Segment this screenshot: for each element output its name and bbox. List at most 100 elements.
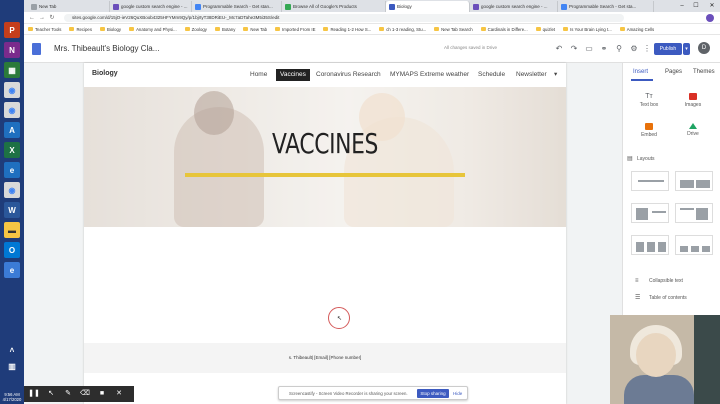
reload-icon[interactable]: ↻: [48, 14, 56, 22]
tab-insert[interactable]: Insert: [633, 69, 648, 75]
azure-icon[interactable]: A: [4, 122, 20, 138]
nav-newsletter[interactable]: Newsletter: [512, 69, 551, 81]
forward-icon[interactable]: →: [38, 14, 46, 22]
nav-home[interactable]: Home: [246, 69, 271, 81]
bookmark-item[interactable]: Botany: [214, 27, 235, 32]
insert-collapsible-text[interactable]: Collapsible text: [649, 278, 683, 284]
nav-vaccines[interactable]: Vaccines: [276, 69, 310, 81]
browser-tab-2[interactable]: Programmable Search - Get stan...: [192, 1, 282, 12]
browser-tab-6[interactable]: Programmable Search - Get sta...: [558, 1, 654, 12]
word-icon[interactable]: W: [4, 202, 20, 218]
hero-banner[interactable]: VACCINES: [84, 87, 566, 227]
bookmark-item[interactable]: Recipes: [69, 27, 92, 32]
layout-option-2[interactable]: [675, 171, 713, 191]
undo-icon[interactable]: ↶: [554, 44, 564, 54]
pause-icon[interactable]: ❚❚: [27, 388, 41, 400]
close-icon[interactable]: ✕: [706, 0, 718, 12]
chrome-icon[interactable]: ◉: [4, 82, 20, 98]
insert-embed[interactable]: Embed: [629, 123, 669, 138]
browser-tab-3[interactable]: Browse All of Google's Products: [282, 1, 386, 12]
nav-coronavirus-research[interactable]: Coronavirus Research: [312, 69, 385, 81]
bookmark-item[interactable]: quizlet: [535, 27, 555, 32]
user-avatar[interactable]: D: [698, 42, 710, 54]
hide-banner-link[interactable]: Hide: [453, 391, 462, 396]
bookmark-label: Anatomy and Physi...: [136, 26, 177, 32]
maximize-icon[interactable]: ☐: [690, 0, 702, 12]
layout-option-3[interactable]: [631, 203, 669, 223]
insert-images[interactable]: Images: [673, 93, 713, 108]
bookmark-item[interactable]: New Tab: [243, 27, 267, 32]
bookmark-item[interactable]: Zoology: [184, 27, 207, 32]
browser-tab-0[interactable]: New Tab: [28, 1, 110, 12]
bookmark-item[interactable]: Is Your Brain Lying t...: [563, 27, 612, 32]
nav-schedule[interactable]: Schedule: [474, 69, 509, 81]
file-explorer-icon[interactable]: ▬: [4, 222, 20, 238]
insert-drive[interactable]: Drive: [673, 123, 713, 137]
camera-icon[interactable]: ■: [95, 388, 109, 400]
excel-icon[interactable]: X: [4, 142, 20, 158]
bookmark-item[interactable]: Reading 1-2 How S...: [323, 27, 371, 32]
more-icon[interactable]: ⋮: [642, 44, 652, 54]
edge-blue-icon[interactable]: e: [4, 262, 20, 278]
layout-option-1[interactable]: [631, 171, 669, 191]
browser-tab-4[interactable]: Biology: [386, 1, 470, 12]
browser-tab-5[interactable]: google custom search engine - ...: [470, 1, 558, 12]
layouts-heading[interactable]: Layouts: [637, 156, 655, 162]
link-icon[interactable]: ⚭: [599, 44, 609, 54]
chrome-profile-icon[interactable]: ◉: [4, 102, 20, 118]
insert-table-of-contents[interactable]: Table of contents: [649, 295, 687, 301]
insert-text-box[interactable]: Tт Text box: [629, 93, 669, 108]
layout-option-4[interactable]: [675, 203, 713, 223]
nav-mymaps[interactable]: MYMAPS Extreme weather: [386, 69, 473, 81]
tab-label: New Tab: [39, 4, 57, 9]
hero-title[interactable]: VACCINES: [137, 127, 513, 160]
redo-icon[interactable]: ↷: [569, 44, 579, 54]
nav-more-icon[interactable]: ▾: [550, 69, 561, 81]
bookmark-item[interactable]: Cardinals in Differe...: [480, 27, 528, 32]
tab-pages[interactable]: Pages: [665, 69, 682, 75]
collapsible-text-icon: ≡: [635, 278, 639, 284]
outlook-icon[interactable]: O: [4, 242, 20, 258]
powerpoint-icon[interactable]: P: [4, 22, 20, 38]
url-input[interactable]: sites.google.com/d/15jO-ieV26QuXBoob4325…: [64, 14, 624, 22]
site-title[interactable]: Mrs. Thibeault's Biology Cla...: [54, 44, 159, 53]
preview-icon[interactable]: ▭: [584, 44, 594, 54]
insert-images-label: Images: [684, 102, 702, 108]
layout-block: [636, 242, 644, 252]
stop-sharing-button[interactable]: Stop sharing: [417, 389, 449, 398]
layout-option-5[interactable]: [631, 235, 669, 255]
bookmark-item[interactable]: Imported From IE: [275, 27, 315, 32]
bookmark-item[interactable]: Anatomy and Physi...: [129, 27, 177, 32]
tab-themes[interactable]: Themes: [693, 69, 715, 75]
publish-button[interactable]: Publish: [654, 43, 682, 55]
browser-profile-avatar[interactable]: [706, 14, 714, 22]
bookmark-label: Is Your Brain Lying t...: [570, 26, 612, 32]
back-icon[interactable]: ←: [28, 14, 36, 22]
pen-tool-icon[interactable]: ✎: [61, 388, 75, 400]
bookmark-folder-icon: [69, 27, 75, 31]
chrome-alt-icon[interactable]: ◉: [4, 182, 20, 198]
bookmark-item[interactable]: New Tab Search: [434, 27, 473, 32]
bookmark-item[interactable]: ch 1-3 reading, Stu...: [379, 27, 426, 32]
edge-icon[interactable]: e: [4, 162, 20, 178]
minimize-icon[interactable]: –: [676, 0, 688, 12]
tray-up-icon[interactable]: ˄: [4, 342, 20, 358]
bookmark-item[interactable]: Amazing Cells: [619, 27, 654, 32]
bookmark-item[interactable]: Teacher Tools: [28, 27, 61, 32]
sheets-icon[interactable]: ▦: [4, 62, 20, 78]
close-toolbar-icon[interactable]: ✕: [112, 388, 126, 400]
google-sites-logo[interactable]: [32, 43, 41, 55]
settings-icon[interactable]: ⚙: [629, 44, 639, 54]
network-icon[interactable]: ▥: [4, 358, 20, 374]
site-footer[interactable]: s. Thibeault| [Email] [Phone number]: [84, 343, 566, 373]
layout-option-6[interactable]: [675, 235, 713, 255]
onenote-icon[interactable]: N: [4, 42, 20, 58]
browser-tab-1[interactable]: google custom search engine - ...: [110, 1, 192, 12]
clock[interactable]: 9:56 AM 4/17/2020: [0, 392, 24, 402]
publish-dropdown-button[interactable]: ▾: [683, 43, 690, 55]
eraser-icon[interactable]: ⌫: [78, 388, 92, 400]
cursor-tool-icon[interactable]: ↖: [44, 388, 58, 400]
site-brand[interactable]: Biology: [92, 70, 118, 77]
bookmark-item[interactable]: Biology: [99, 27, 121, 32]
share-icon[interactable]: ⚲: [614, 44, 624, 54]
